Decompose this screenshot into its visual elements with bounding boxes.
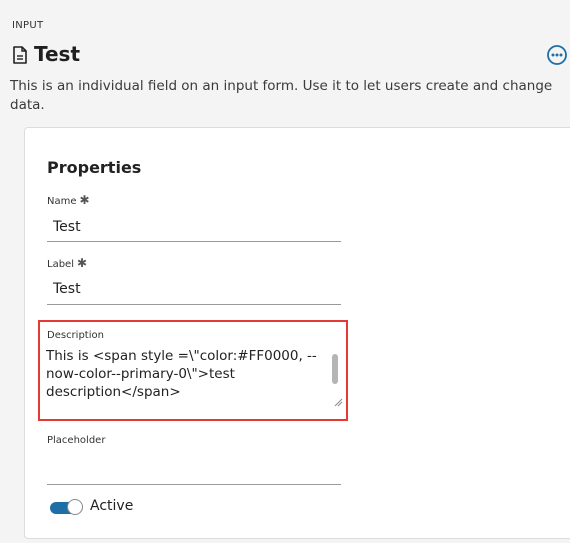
properties-card: Properties Name ✱ Test Label ✱ Test Descri… — [24, 127, 570, 539]
title-row: Test — [10, 42, 570, 68]
description-textarea[interactable]: This is <span style =\"color:#FF0000, --… — [46, 347, 344, 405]
name-label-text: Name — [47, 196, 77, 207]
description-highlight: Description This is <span style =\"color… — [38, 320, 348, 421]
label-label-text: Label — [47, 259, 74, 270]
properties-heading: Properties — [47, 158, 142, 177]
toggle-knob — [67, 499, 83, 515]
resize-handle-icon[interactable] — [334, 398, 343, 407]
required-icon: ✱ — [79, 193, 90, 207]
page-description: This is an individual field on an input … — [10, 78, 553, 113]
type-label: INPUT — [12, 20, 44, 31]
placeholder-field-label: Placeholder — [47, 435, 106, 446]
textarea-scrollbar[interactable] — [332, 354, 338, 384]
more-options-icon[interactable] — [546, 44, 568, 66]
name-field-label: Name ✱ — [47, 193, 90, 207]
placeholder-field-underline — [47, 484, 341, 485]
document-icon — [13, 46, 27, 64]
label-field-underline — [47, 304, 341, 305]
active-toggle[interactable] — [50, 499, 83, 515]
page-title: Test — [34, 42, 81, 66]
name-field[interactable]: Test — [53, 219, 343, 235]
description-field-label: Description — [47, 330, 104, 341]
name-field-underline — [47, 241, 341, 242]
active-toggle-label: Active — [90, 498, 134, 514]
label-field-label: Label ✱ — [47, 256, 87, 270]
label-field[interactable]: Test — [53, 281, 343, 297]
required-icon: ✱ — [76, 256, 88, 270]
